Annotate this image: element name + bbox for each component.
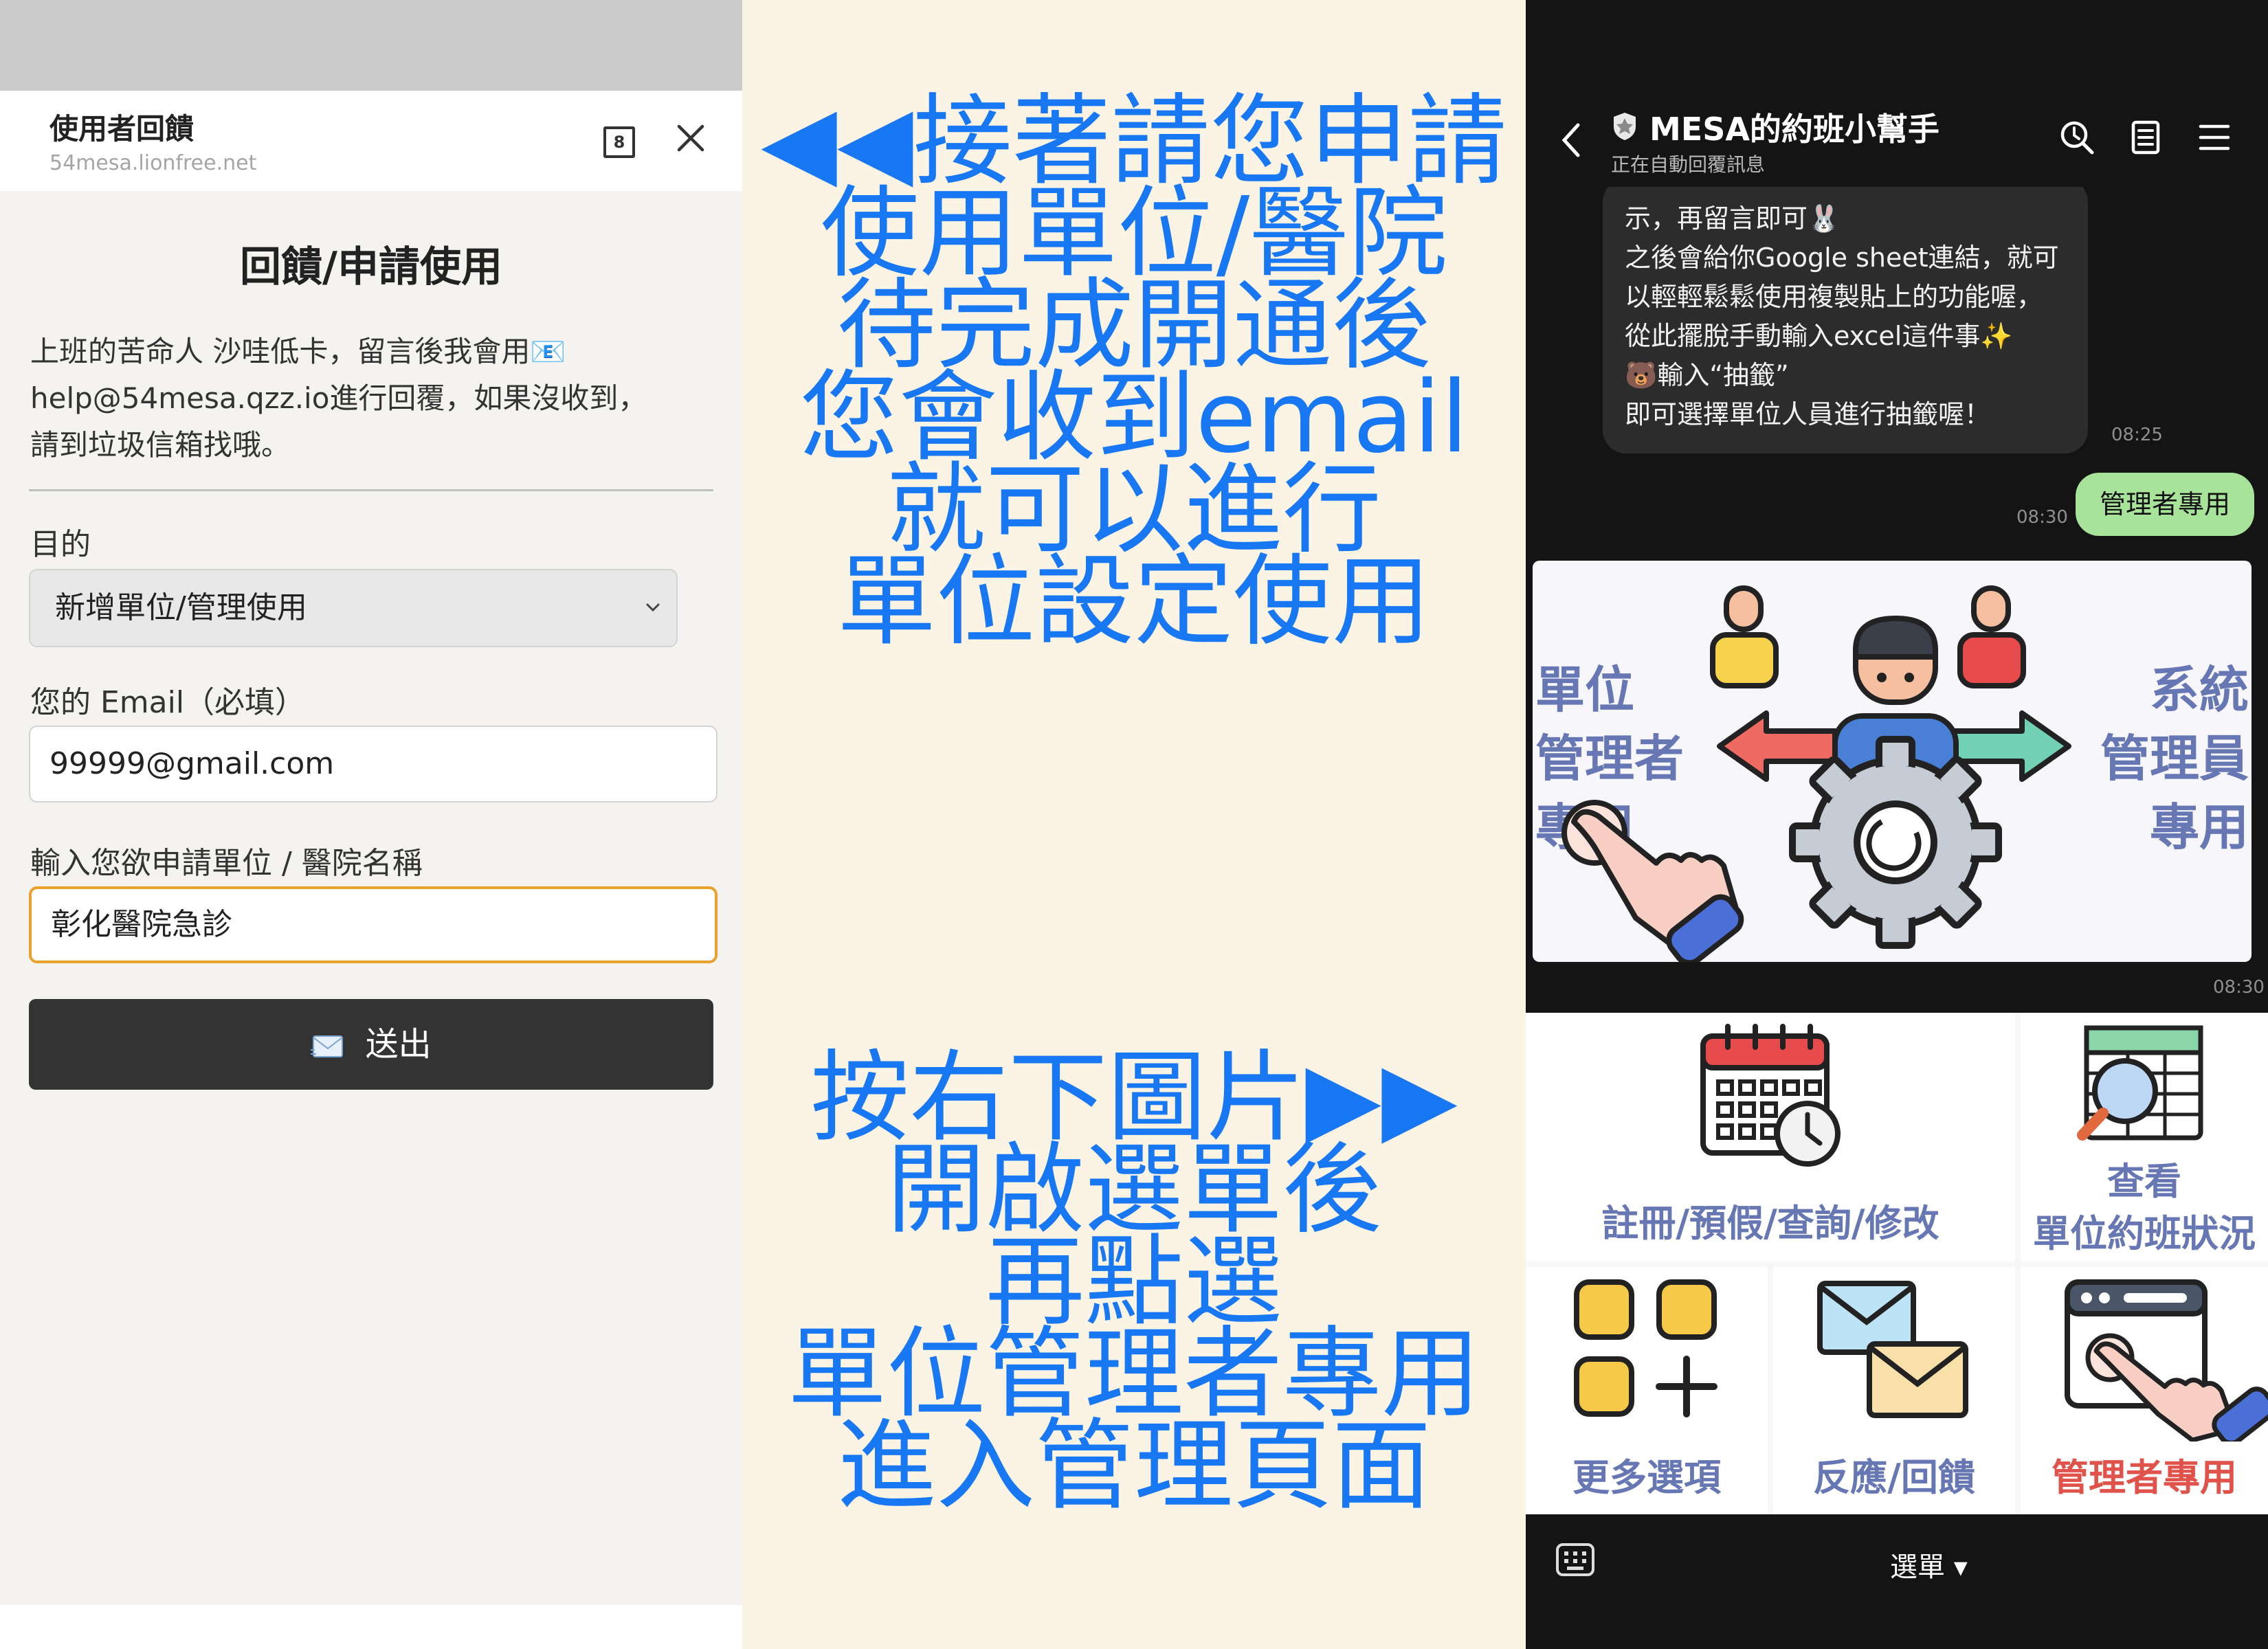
instruction-line: 就可以進行: [886, 451, 1381, 567]
envelopes-icon: [1817, 1281, 1968, 1418]
page-url: 54mesa.lionfree.net: [49, 151, 257, 175]
search-clock-icon[interactable]: [2058, 118, 2096, 157]
purpose-value: 新增單位/管理使用: [55, 590, 307, 625]
calendar-clock-icon: [1700, 1024, 1841, 1167]
email-label: 您的 Email（必填）: [30, 685, 306, 720]
chevron-down-icon: [646, 603, 660, 612]
chat-status: 正在自動回覆訊息: [1611, 153, 1766, 176]
menu-admin-only[interactable]: 管理者專用: [2021, 1267, 2268, 1514]
form-title: 回饋/申請使用: [240, 243, 502, 291]
close-icon[interactable]: [674, 121, 708, 155]
menu-more-options[interactable]: 更多選項: [1526, 1267, 1768, 1514]
message-time: 08:25: [2111, 425, 2163, 445]
instruction-line: 進入管理頁面: [836, 1408, 1431, 1523]
form-intro: 上班的苦命人 沙哇低卡，留言後我會用📧 help@54mesa.qzz.io進行…: [30, 328, 711, 469]
back-arrow-icon[interactable]: [1559, 120, 1583, 161]
purpose-select[interactable]: 新增單位/管理使用: [29, 569, 678, 647]
chat-panel: 示，再留言即可🐰 之後會給你Google sheet連結，就可 以輕輕鬆鬆使用複…: [1526, 0, 2268, 1649]
instruction-line: 待完成開通後: [836, 267, 1431, 383]
instruction-line: 使用單位/醫院: [820, 175, 1448, 291]
pointing-hand-icon: [1561, 800, 1744, 962]
chat-name: MESA的約班小幫手: [1649, 111, 1939, 148]
intro-line: 請到垃圾信箱找哦。: [30, 428, 291, 462]
chat-footer: 選單 ▾: [1526, 1514, 2268, 1649]
menu-label-line: 查看: [2107, 1160, 2181, 1203]
submit-label: 送出: [365, 1025, 432, 1064]
sent-time: 08:30: [2016, 507, 2068, 528]
menu-label: 管理者專用: [2052, 1456, 2237, 1499]
yellow-person-icon: [1710, 585, 1779, 688]
chat-header: MESA的約班小幫手 正在自動回覆訊息: [1526, 91, 2268, 187]
chat-message-bubble: 示，再留言即可🐰 之後會給你Google sheet連結，就可 以輕輕鬆鬆使用複…: [1603, 179, 2088, 453]
submit-button[interactable]: 送出: [29, 999, 713, 1090]
intro-line: 上班的苦命人 沙哇低卡，留言後我會用📧: [30, 335, 566, 368]
message-line: 之後會給你Google sheet連結，就可: [1625, 243, 2059, 273]
tab-count-icon[interactable]: 8: [603, 126, 635, 158]
intro-line: help@54mesa.qzz.io進行回覆，如果沒收到，: [30, 381, 647, 415]
instruction-line: 開啟選單後: [886, 1132, 1381, 1247]
admin-image-card[interactable]: 單位 管理者 專用 系統 管理員 專用: [1533, 561, 2252, 962]
rich-menu: 註冊/預假/查詢/修改 查看 單位約班狀況 更多選項 反應/回饋 管理者專用: [1526, 1013, 2268, 1514]
menu-view-schedule[interactable]: 查看 單位約班狀況: [2021, 1013, 2268, 1261]
message-line: 即可選擇單位人員進行抽籤喔！: [1625, 399, 1991, 429]
bottom-bar: [0, 1605, 742, 1649]
instruction-line: ◀◀接著請您申請: [761, 83, 1507, 199]
unit-name-field[interactable]: 彰化醫院急診: [29, 886, 718, 963]
menu-label: 反應/回饋: [1813, 1456, 1975, 1499]
page-title: 使用者回饋: [49, 112, 194, 146]
menu-register-leave[interactable]: 註冊/預假/查詢/修改: [1526, 1013, 2015, 1261]
instruction-line: 按右下圖片▶▶: [810, 1040, 1458, 1155]
message-line: 🐻輸入“抽籤”: [1625, 360, 1789, 390]
message-line: 以輕輕鬆鬆使用複製貼上的功能喔，: [1625, 282, 2043, 312]
message-line: 從此擺脫手動輸入excel這件事✨: [1625, 321, 2013, 351]
browser-header: 使用者回饋 54mesa.lionfree.net 8: [0, 91, 742, 191]
message-line: 示，再留言即可🐰: [1625, 203, 1841, 234]
hamburger-menu-icon[interactable]: [2195, 118, 2234, 157]
menu-label: 查看 單位約班狀況: [2021, 1156, 2268, 1260]
instruction-line: 再點選: [985, 1224, 1282, 1339]
unit-label: 輸入您欲申請單位 / 醫院名稱: [30, 846, 423, 881]
feedback-form-panel: 使用者回饋 54mesa.lionfree.net 8 回饋/申請使用 上班的苦…: [0, 0, 742, 1649]
menu-label-line: 單位約班狀況: [2033, 1212, 2256, 1255]
email-value: 99999@gmail.com: [49, 746, 335, 781]
sent-message-bubble: 管理者專用: [2076, 473, 2254, 536]
spreadsheet-magnifier-icon: [2077, 1025, 2203, 1141]
instruction-line: 單位設定使用: [836, 543, 1431, 659]
verified-shield-icon: [1614, 113, 1636, 140]
image-time: 08:30: [2213, 977, 2265, 998]
instruction-line: 您會收到email: [799, 359, 1469, 475]
instruction-line: 單位管理者專用: [787, 1316, 1480, 1431]
keyboard-icon[interactable]: [1555, 1542, 1596, 1578]
email-field[interactable]: 99999@gmail.com: [29, 726, 718, 803]
purpose-label: 目的: [30, 527, 91, 562]
divider: [29, 489, 713, 491]
instructions-panel: ◀◀接著請您申請 使用單位/醫院 待完成開通後 您會收到email 就可以進行 …: [742, 0, 1526, 1649]
more-options-icon: [1574, 1279, 1717, 1417]
status-bar-area: [0, 0, 742, 91]
envelope-icon: [311, 1035, 344, 1057]
notes-icon[interactable]: [2126, 118, 2165, 157]
red-person-icon: [1957, 585, 2026, 688]
menu-label: 更多選項: [1572, 1456, 1721, 1499]
menu-label: 註冊/預假/查詢/修改: [1601, 1202, 1939, 1245]
unit-name-value: 彰化醫院急診: [51, 907, 232, 942]
menu-toggle-button[interactable]: 選單 ▾: [1890, 1545, 1968, 1584]
admin-hand-click-icon: [2065, 1279, 2268, 1442]
menu-feedback[interactable]: 反應/回饋: [1773, 1267, 2015, 1514]
admin-gear-people-icon: [1561, 585, 2071, 962]
